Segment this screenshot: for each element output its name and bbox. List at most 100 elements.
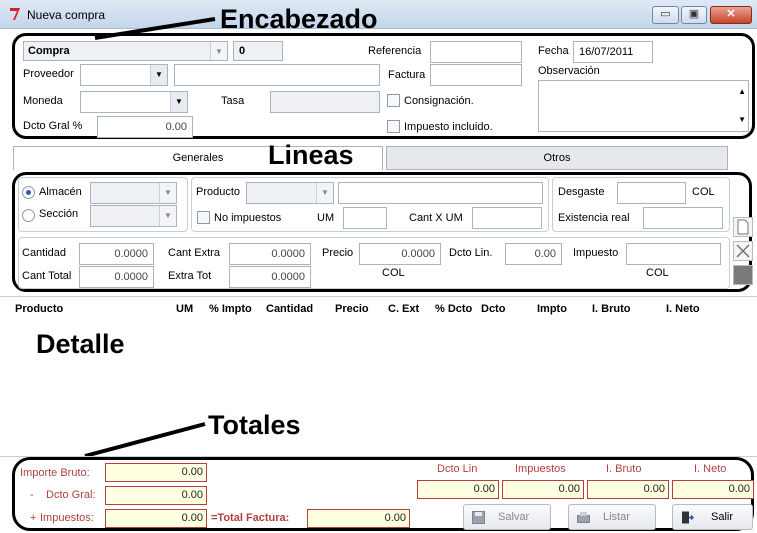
importe-bruto-label: Importe Bruto: xyxy=(20,467,90,479)
consignacion-checkbox[interactable] xyxy=(387,94,400,107)
delete-line-button[interactable] xyxy=(733,241,753,261)
cant-x-um-input[interactable] xyxy=(472,207,542,229)
summary-i-bruto-value: 0.00 xyxy=(587,480,669,499)
total-factura-value: 0.00 xyxy=(307,509,410,528)
impuestos-prefix: + xyxy=(30,512,37,524)
doc-type-value: Compra xyxy=(28,45,70,57)
impuesto-incluido-checkbox[interactable] xyxy=(387,120,400,133)
close-button[interactable]: ✕ xyxy=(710,6,752,24)
referencia-input[interactable] xyxy=(430,41,522,63)
cant-extra-label: Cant Extra xyxy=(168,247,220,259)
chevron-down-icon: ▼ xyxy=(159,206,176,226)
producto-name-input[interactable] xyxy=(338,182,543,204)
precio-input[interactable]: 0.0000 xyxy=(359,243,441,265)
scroll-down-icon[interactable]: ▼ xyxy=(738,115,746,124)
fecha-label: Fecha xyxy=(538,45,569,57)
column-header[interactable]: Precio xyxy=(335,303,369,315)
referencia-label: Referencia xyxy=(368,45,422,57)
window-title: Nueva compra xyxy=(27,8,106,22)
cant-x-um-label: Cant X UM xyxy=(409,212,463,224)
doc-type-select[interactable]: Compra ▼ xyxy=(23,41,228,61)
observacion-label: Observación xyxy=(538,65,600,77)
proveedor-name-input[interactable] xyxy=(174,64,380,86)
observacion-textarea[interactable]: ▲ ▼ xyxy=(538,80,749,132)
existencia-input xyxy=(643,207,723,229)
um-input[interactable] xyxy=(343,207,387,229)
salvar-button[interactable]: Salvar xyxy=(463,504,551,530)
minimize-button[interactable]: ▭ xyxy=(652,6,679,24)
column-header[interactable]: I. Neto xyxy=(666,303,700,315)
column-header[interactable]: Cantidad xyxy=(266,303,313,315)
column-header[interactable]: % Dcto xyxy=(435,303,472,315)
importe-bruto-value: 0.00 xyxy=(105,463,207,482)
dcto-lin-input[interactable]: 0.00 xyxy=(505,243,562,265)
chevron-down-icon: ▼ xyxy=(316,183,333,203)
proveedor-select[interactable]: ▼ xyxy=(80,64,168,86)
factura-input[interactable] xyxy=(430,64,522,86)
seccion-select[interactable]: ▼ xyxy=(90,205,177,227)
maximize-button[interactable]: ▣ xyxy=(681,6,707,24)
proveedor-label: Proveedor xyxy=(23,68,74,80)
column-header[interactable]: I. Bruto xyxy=(592,303,631,315)
summary-header-impuestos: Impuestos xyxy=(515,463,566,475)
dcto-gral-total-value: 0.00 xyxy=(105,486,207,505)
almacen-label: Almacén xyxy=(39,186,82,198)
save-icon xyxy=(472,511,485,524)
producto-select[interactable]: ▼ xyxy=(246,182,334,204)
dcto-gral-input[interactable]: 0.00 xyxy=(97,116,193,138)
scroll-up-icon[interactable]: ▲ xyxy=(738,87,746,96)
cant-extra-input[interactable]: 0.0000 xyxy=(229,243,311,265)
almacen-select[interactable]: ▼ xyxy=(90,182,177,204)
cantidad-label: Cantidad xyxy=(22,247,67,259)
impuesto-currency: COL xyxy=(646,267,669,279)
column-header[interactable]: Dcto xyxy=(481,303,505,315)
column-header[interactable]: C. Ext xyxy=(388,303,419,315)
precio-currency: COL xyxy=(382,267,405,279)
desgaste-currency: COL xyxy=(692,186,715,198)
impuesto-incluido-label: Impuesto incluido. xyxy=(404,121,493,133)
cant-total-label: Cant Total xyxy=(22,270,72,282)
column-header[interactable]: UM xyxy=(176,303,193,315)
summary-header-dcto-lin: Dcto Lin xyxy=(437,463,478,475)
seccion-radio[interactable] xyxy=(22,209,35,222)
chevron-down-icon: ▼ xyxy=(150,65,167,85)
no-impuestos-label: No impuestos xyxy=(214,212,282,224)
moneda-select[interactable]: ▼ xyxy=(80,91,188,113)
impuestos-total-label: Impuestos: xyxy=(40,512,94,524)
dcto-lin-label: Dcto Lin. xyxy=(449,247,493,259)
listar-label: Listar xyxy=(603,511,630,523)
salir-label: Salir xyxy=(711,511,734,523)
no-impuestos-checkbox[interactable] xyxy=(197,211,210,224)
column-header[interactable]: Producto xyxy=(15,303,63,315)
seccion-label: Sección xyxy=(39,208,79,220)
exit-door-icon xyxy=(682,511,694,524)
listar-button[interactable]: Listar xyxy=(568,504,656,530)
producto-label: Producto xyxy=(196,186,241,198)
consignacion-label: Consignación. xyxy=(404,95,474,107)
tab-otros[interactable]: Otros xyxy=(386,146,728,170)
column-header[interactable]: Impto xyxy=(537,303,567,315)
total-factura-label: =Total Factura: xyxy=(211,512,290,524)
doc-number-field: 0 xyxy=(233,41,283,61)
impuesto-input[interactable] xyxy=(626,243,721,265)
column-header[interactable]: % Impto xyxy=(209,303,252,315)
new-line-button[interactable] xyxy=(733,217,753,237)
detail-grid[interactable] xyxy=(0,296,757,456)
cantidad-input[interactable]: 0.0000 xyxy=(79,243,154,265)
save-line-button[interactable] xyxy=(733,265,753,285)
factura-label: Factura xyxy=(388,69,426,81)
desgaste-input[interactable] xyxy=(617,182,686,204)
almacen-radio[interactable] xyxy=(22,186,35,199)
salir-button[interactable]: Salir xyxy=(672,504,753,530)
annotation-lineas: Lineas xyxy=(268,140,354,170)
fecha-input[interactable]: 16/07/2011 xyxy=(573,41,653,63)
summary-header-i-bruto: I. Bruto xyxy=(606,463,642,475)
desgaste-label: Desgaste xyxy=(558,186,605,198)
extra-tot-label: Extra Tot xyxy=(168,270,212,282)
salvar-label: Salvar xyxy=(498,511,530,523)
precio-label: Precio xyxy=(322,247,354,259)
delete-icon xyxy=(736,244,750,258)
chevron-down-icon: ▼ xyxy=(159,183,176,203)
title-bar xyxy=(0,0,757,29)
chevron-down-icon: ▼ xyxy=(170,92,187,112)
